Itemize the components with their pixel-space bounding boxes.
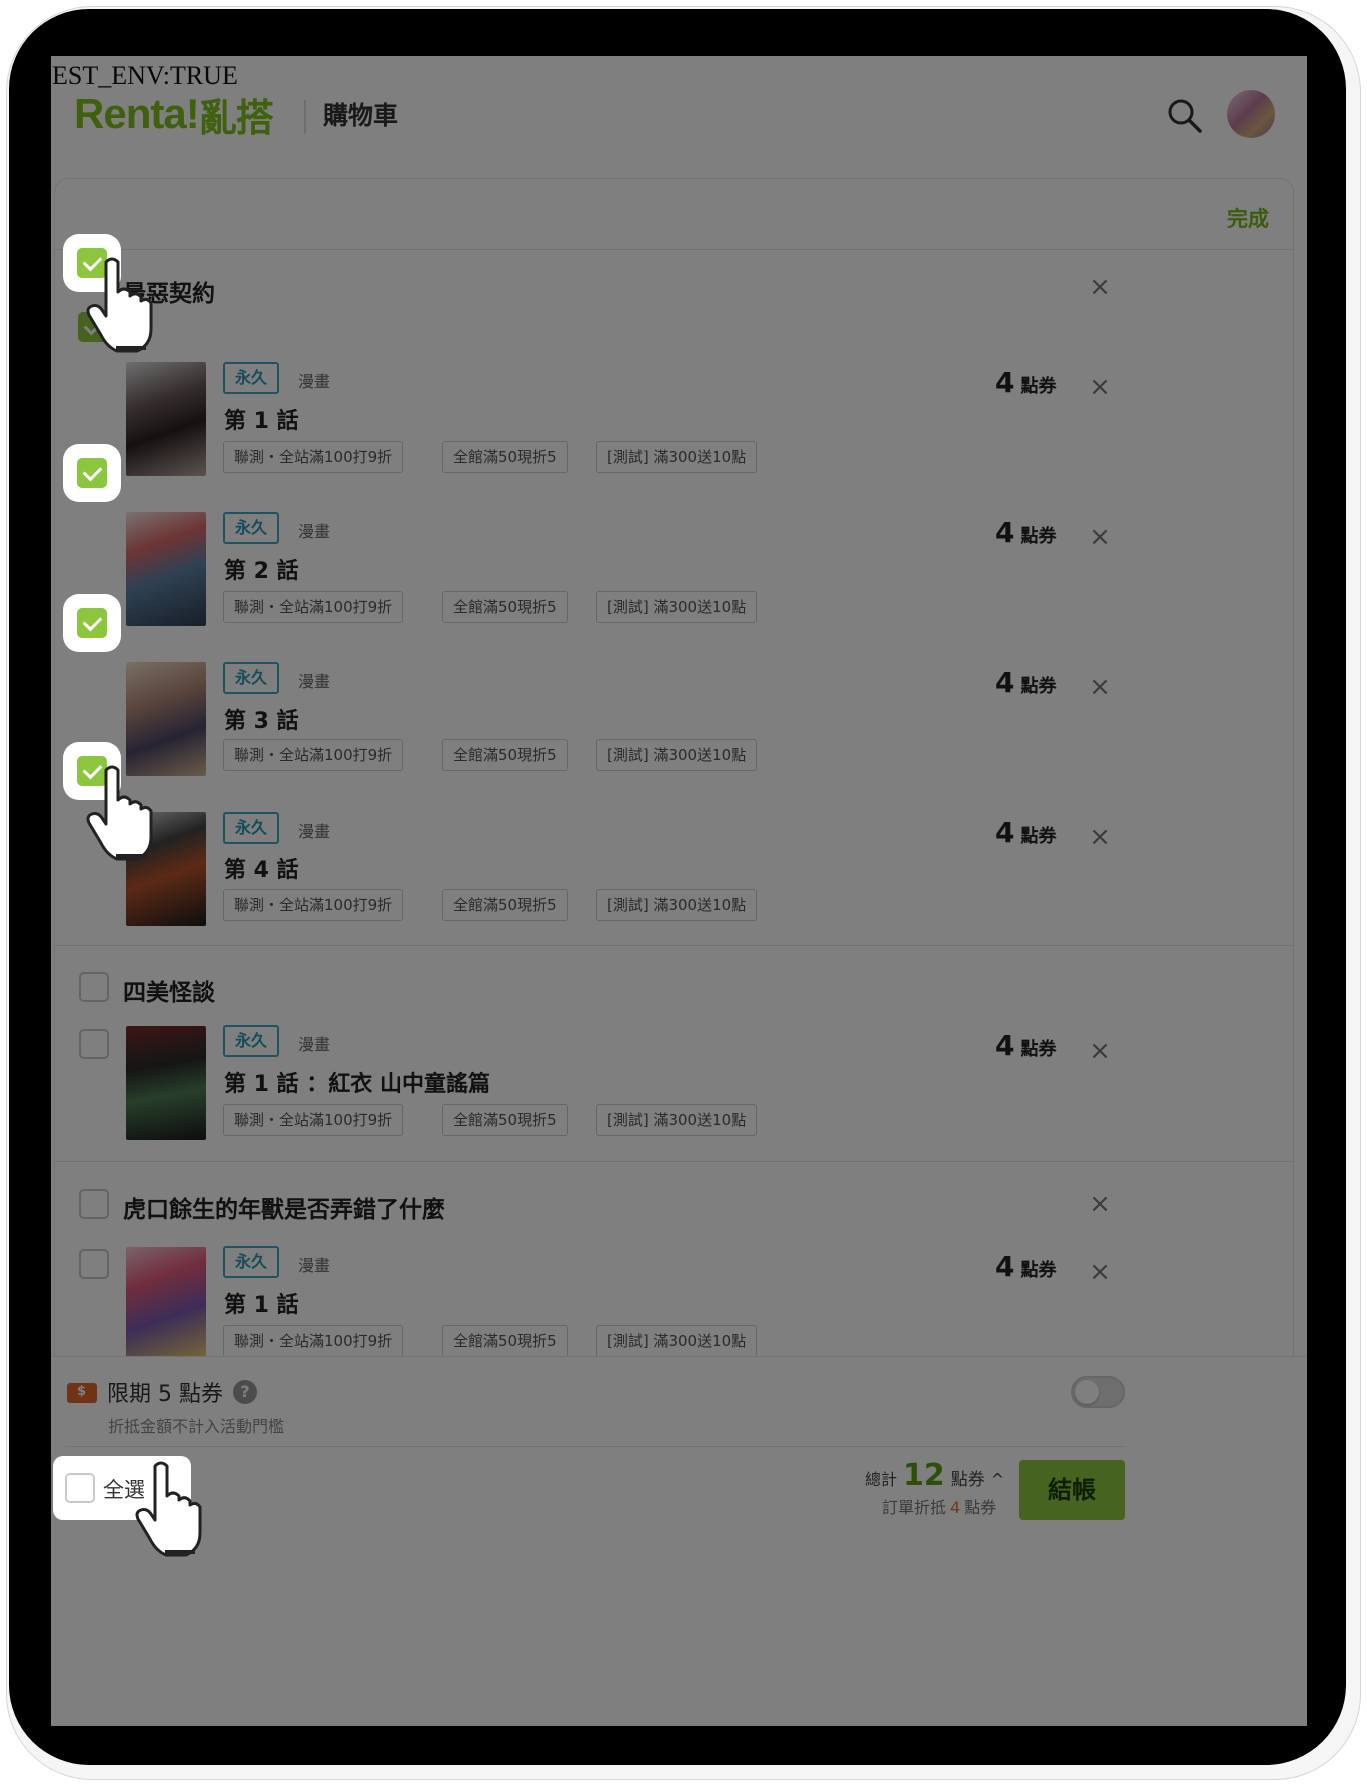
remove-series-icon[interactable]: ×: [1088, 1191, 1112, 1217]
episode-title[interactable]: 第 2 話: [224, 553, 299, 585]
item-price: 4 點券: [995, 516, 1057, 549]
license-badge: 永久: [223, 1246, 279, 1278]
promo-tag: [測試] 滿300送10點: [596, 889, 758, 921]
category-label: 漫畫: [298, 372, 331, 391]
coupon-note: 折抵金額不計入活動門檻: [108, 1417, 285, 1436]
coupon-icon: [67, 1383, 97, 1403]
category-label: 漫畫: [298, 672, 331, 691]
category-label: 漫畫: [298, 1256, 331, 1275]
discount-summary: 訂單折抵 4 點券: [882, 1498, 997, 1517]
book-cover[interactable]: [126, 512, 206, 626]
app-screen: Renta! 亂搭 購物車 EST_ENV:TRUE 完成 最惡契約 × 永久 漫…: [51, 56, 1307, 1726]
header-divider: [304, 100, 306, 134]
book-cover[interactable]: [126, 1026, 206, 1140]
search-icon[interactable]: [1163, 94, 1207, 138]
episode-title[interactable]: 第 3 話: [224, 703, 299, 735]
checkout-panel: [51, 1356, 1307, 1726]
item-checkbox[interactable]: [79, 1029, 109, 1059]
done-button[interactable]: 完成: [1227, 203, 1269, 233]
remove-item-icon[interactable]: ×: [1088, 674, 1112, 700]
item-checkbox[interactable]: [77, 458, 107, 488]
promo-tag: 全館滿50現折5: [442, 1325, 568, 1357]
coupon-label: 限期 5 點券: [107, 1382, 223, 1407]
total-value: 12: [903, 1458, 945, 1493]
promo-tag: 全館滿50現折5: [442, 1104, 568, 1136]
item-checkbox[interactable]: [77, 608, 107, 638]
item-price: 4 點券: [995, 1029, 1057, 1062]
logo-zh: 亂搭: [198, 95, 274, 140]
promo-tag: 聯測・全站滿100打9折: [223, 739, 404, 771]
series-divider: [55, 945, 1293, 946]
promo-tag: 聯測・全站滿100打9折: [223, 889, 404, 921]
promo-tag: 聯測・全站滿100打9折: [223, 1104, 404, 1136]
total-label: 總計: [865, 1470, 898, 1489]
item-price: 4 點券: [995, 816, 1057, 849]
item-checkbox[interactable]: [79, 1249, 109, 1279]
license-badge: 永久: [223, 662, 279, 694]
promo-tag: [測試] 滿300送10點: [596, 1325, 758, 1357]
page-title: 購物車: [323, 101, 399, 130]
promo-tag: 聯測・全站滿100打9折: [223, 591, 404, 623]
series-checkbox[interactable]: [79, 1189, 109, 1219]
checkout-button[interactable]: 結帳: [1019, 1460, 1125, 1520]
series-title: 四美怪談: [123, 980, 215, 1006]
promo-tag: 全館滿50現折5: [442, 739, 568, 771]
help-icon[interactable]: ?: [233, 1380, 257, 1404]
episode-title[interactable]: 第 1 話: [224, 1287, 299, 1319]
remove-item-icon[interactable]: ×: [1088, 1259, 1112, 1285]
remove-item-icon[interactable]: ×: [1088, 524, 1112, 550]
item-checkbox-highlight: [63, 444, 121, 502]
license-badge: 永久: [223, 812, 279, 844]
category-label: 漫畫: [298, 822, 331, 841]
remove-item-icon[interactable]: ×: [1088, 1038, 1112, 1064]
promo-tag: [測試] 滿300送10點: [596, 739, 758, 771]
item-price: 4 點券: [995, 1250, 1057, 1283]
book-cover[interactable]: [126, 1247, 206, 1361]
episode-title[interactable]: 第 4 話: [224, 852, 299, 884]
remove-series-icon[interactable]: ×: [1088, 274, 1112, 300]
license-badge: 永久: [223, 362, 279, 394]
promo-tag: 全館滿50現折5: [442, 889, 568, 921]
edit-bar: 完成: [55, 179, 1293, 250]
hand-pointer-icon: [86, 765, 153, 861]
license-badge: 永久: [223, 512, 279, 544]
license-badge: 永久: [223, 1025, 279, 1057]
hand-pointer-icon: [86, 257, 153, 353]
avatar[interactable]: [1227, 90, 1275, 138]
promo-tag: [測試] 滿300送10點: [596, 1104, 758, 1136]
total-summary[interactable]: 總計 12 點券 ^: [865, 1458, 1004, 1493]
series-divider: [55, 1161, 1293, 1162]
item-checkbox-highlight: [63, 594, 121, 652]
item-price: 4 點券: [995, 366, 1057, 399]
category-label: 漫畫: [298, 522, 331, 541]
app-header: Renta! 亂搭 購物車: [51, 56, 1307, 178]
chevron-up-icon[interactable]: ^: [991, 1470, 1004, 1489]
promo-tag: [測試] 滿300送10點: [596, 591, 758, 623]
promo-tag: 聯測・全站滿100打9折: [223, 441, 404, 473]
item-price: 4 點券: [995, 666, 1057, 699]
env-label: EST_ENV:TRUE: [52, 61, 238, 90]
select-all-checkbox[interactable]: [65, 1473, 95, 1503]
series-checkbox[interactable]: [79, 972, 109, 1002]
series-title: 虎口餘生的年獸是否弄錯了什麼: [123, 1197, 445, 1223]
promo-tag: 聯測・全站滿100打9折: [223, 1325, 404, 1357]
episode-title[interactable]: 第 1 話 ：紅衣 山中童謠篇: [224, 1066, 490, 1098]
book-cover[interactable]: [126, 662, 206, 776]
book-cover[interactable]: [126, 362, 206, 476]
logo-text: Renta!: [74, 90, 200, 137]
renta-logo[interactable]: Renta! 亂搭: [74, 84, 274, 144]
remove-item-icon[interactable]: ×: [1088, 374, 1112, 400]
remove-item-icon[interactable]: ×: [1088, 824, 1112, 850]
coupon-toggle[interactable]: [1071, 1376, 1125, 1408]
promo-tag: 全館滿50現折5: [442, 591, 568, 623]
promo-tag: [測試] 滿300送10點: [596, 441, 758, 473]
footer-divider: [65, 1446, 1125, 1447]
total-unit: 點券: [950, 1470, 985, 1490]
episode-title[interactable]: 第 1 話: [224, 403, 299, 435]
promo-tag: 全館滿50現折5: [442, 441, 568, 473]
category-label: 漫畫: [298, 1035, 331, 1054]
hand-pointer-icon: [135, 1461, 202, 1557]
